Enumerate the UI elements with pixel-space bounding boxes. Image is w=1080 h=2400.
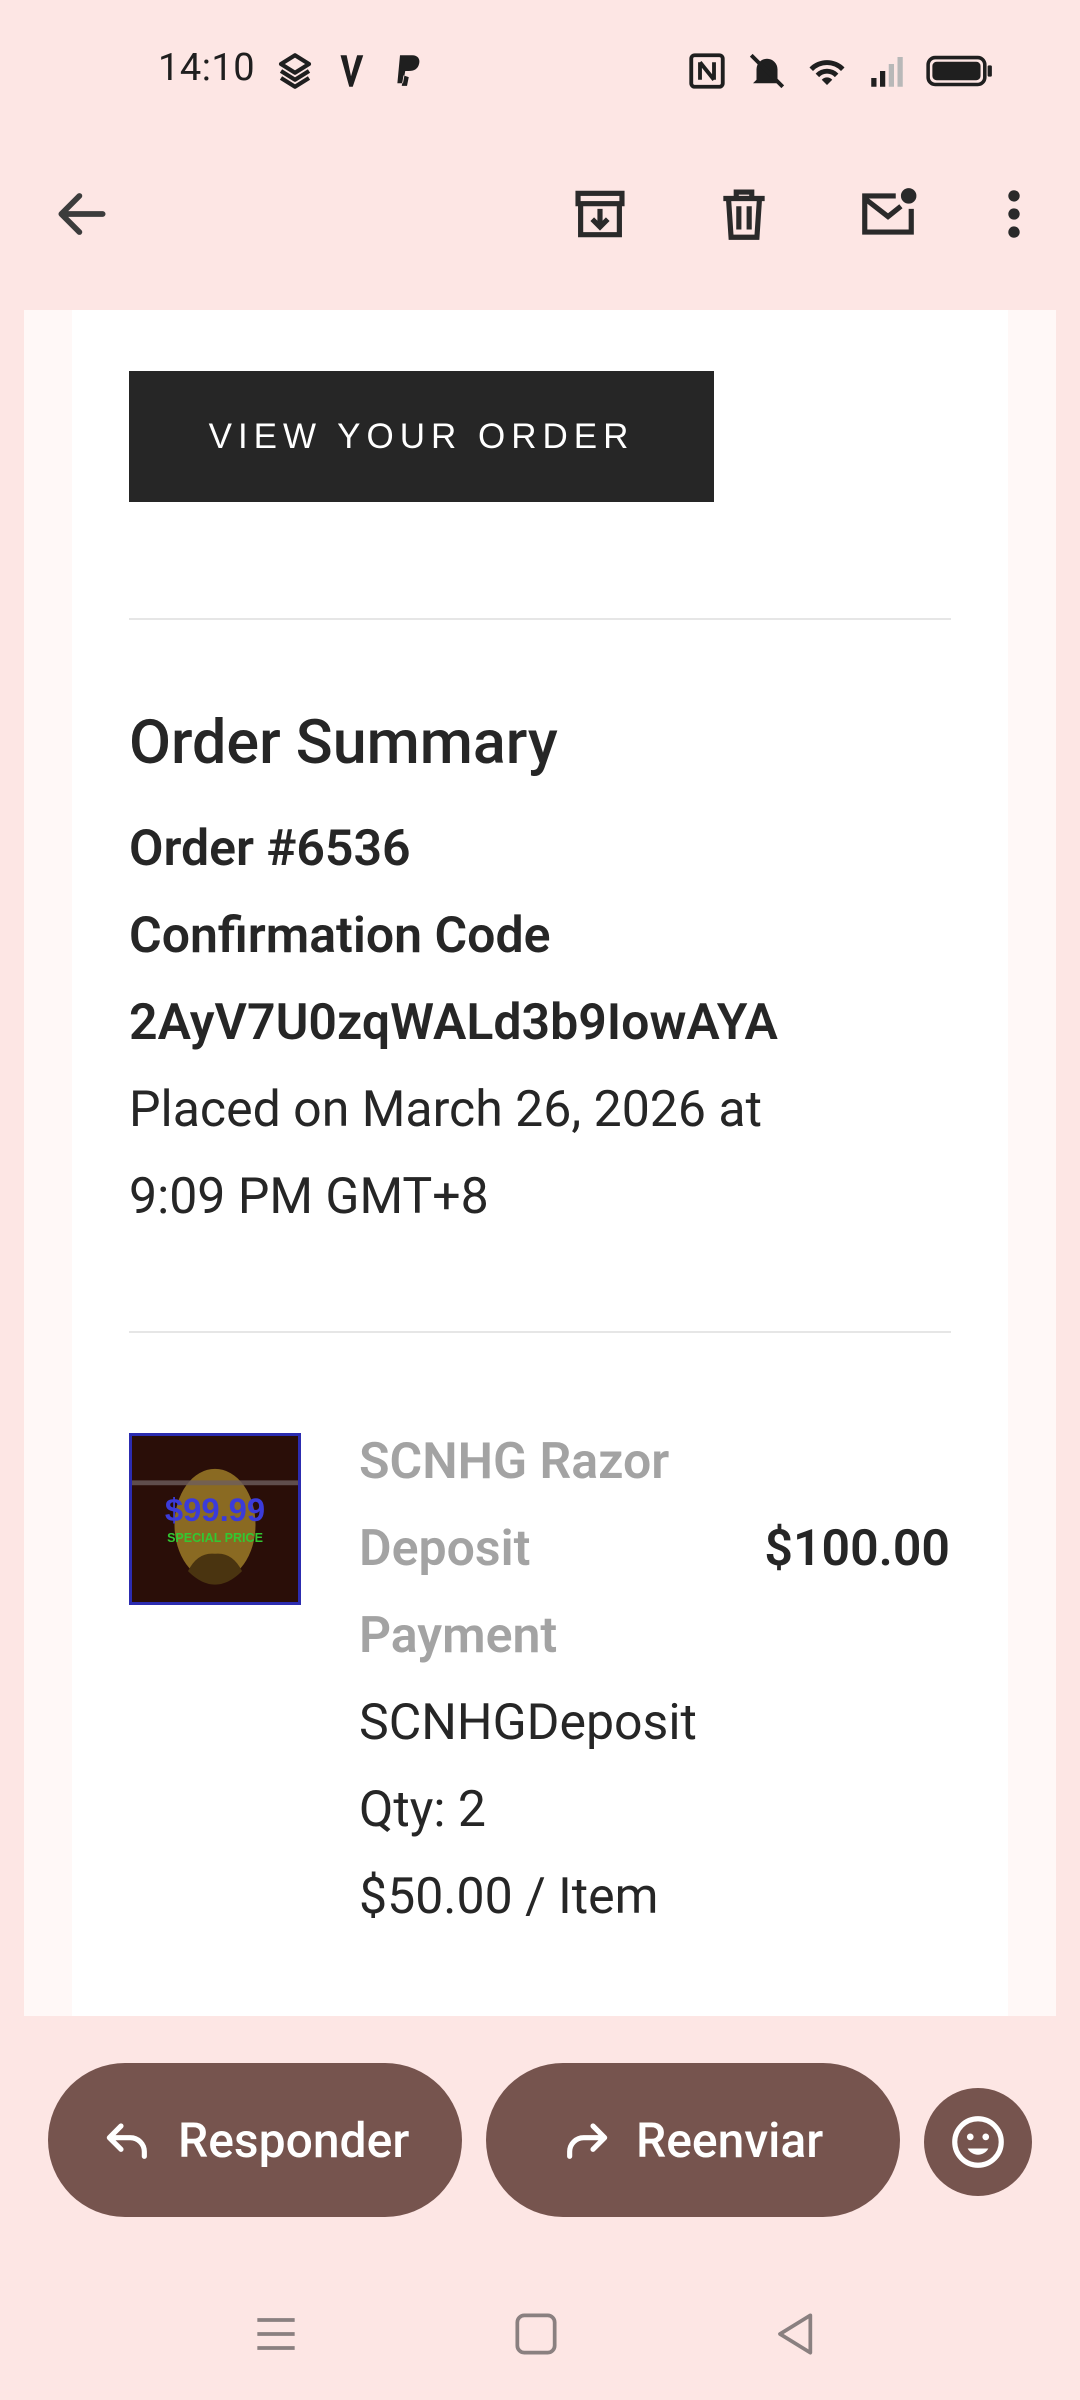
product-sku: SCNHGDeposit — [359, 1694, 697, 1752]
forward-icon — [567, 2123, 608, 2159]
signal-icon — [871, 57, 903, 87]
reply-label: Responder — [178, 2111, 410, 2169]
reply-button[interactable]: Responder — [48, 2063, 462, 2217]
archive-icon — [575, 190, 625, 238]
nfc-icon — [689, 53, 725, 89]
back-nav-icon[interactable] — [766, 2306, 822, 2362]
product-unit-price: $50.00 / Item — [359, 1868, 659, 1926]
arrow-back-icon — [58, 193, 106, 235]
reply-icon — [106, 2123, 147, 2159]
battery-icon — [926, 55, 992, 87]
email-card — [72, 310, 1008, 2016]
home-nav-icon[interactable] — [508, 2306, 564, 2362]
product-name-line3: Payment — [359, 1607, 558, 1665]
status-time: 14:10 — [158, 46, 256, 90]
system-icons — [686, 50, 994, 92]
product-price: $100.00 — [764, 1520, 950, 1578]
notification-icons — [274, 50, 428, 92]
product-image: $99.99 SPECIAL PRICE — [129, 1433, 301, 1605]
more-options-button[interactable] — [966, 166, 1062, 262]
thumb-caption-text: SPECIAL PRICE — [167, 1531, 263, 1545]
divider — [129, 618, 951, 620]
paypal-icon — [397, 55, 420, 86]
order-number: Order #6536 — [129, 820, 411, 878]
mark-unread-icon — [862, 188, 917, 235]
wifi-icon — [809, 60, 845, 85]
app-bar — [0, 140, 1080, 310]
delete-icon — [723, 189, 765, 240]
placed-date-line1: Placed on March 26, 2026 at — [129, 1081, 762, 1139]
confirmation-label: Confirmation Code — [129, 907, 551, 965]
divider — [129, 1331, 951, 1333]
v-app-icon — [340, 55, 364, 87]
thumb-price-text: $99.99 — [165, 1491, 265, 1528]
product-qty: Qty: 2 — [359, 1781, 487, 1839]
archive-button[interactable] — [552, 166, 648, 262]
mark-unread-button[interactable] — [840, 166, 936, 262]
order-summary-title: Order Summary — [129, 706, 558, 778]
layers-app-icon — [278, 53, 312, 89]
view-order-button[interactable]: VIEW YOUR ORDER — [129, 371, 714, 502]
product-name-line2: Deposit — [359, 1520, 531, 1578]
menu-nav-icon[interactable] — [248, 2306, 304, 2362]
product-name-line1: SCNHG Razor — [359, 1433, 670, 1491]
back-button[interactable] — [34, 166, 130, 262]
emoji-reaction-icon — [952, 2116, 1004, 2168]
more-vert-icon — [1008, 190, 1020, 238]
status-bar: 14:10 — [0, 0, 1080, 140]
forward-button[interactable]: Reenviar — [486, 2063, 900, 2217]
delete-button[interactable] — [696, 166, 792, 262]
emoji-reaction-button[interactable] — [924, 2088, 1032, 2196]
vibrate-off-icon — [749, 53, 785, 89]
forward-label: Reenviar — [636, 2111, 824, 2169]
placed-date-line2: 9:09 PM GMT+8 — [129, 1168, 489, 1226]
confirmation-code: 2AyV7U0zqWALd3b9IowAYA — [129, 994, 778, 1052]
